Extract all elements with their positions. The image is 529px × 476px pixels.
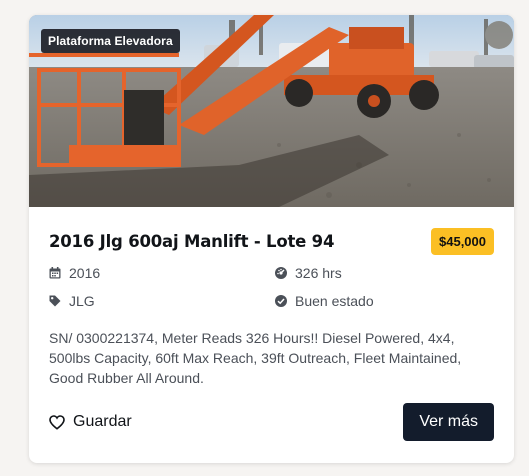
save-label: Guardar: [73, 413, 132, 430]
spec-year-value: 2016: [69, 265, 101, 281]
spec-brand-value: JLG: [69, 293, 95, 309]
check-circle-icon: [275, 295, 287, 307]
listing-title[interactable]: 2016 Jlg 600aj Manlift - Lote 94: [49, 232, 334, 251]
spec-condition: Buen estado: [275, 293, 374, 309]
save-button[interactable]: Guardar: [49, 413, 132, 431]
calendar-icon: [49, 267, 61, 279]
listing-card: Plataforma Elevadora 2016 Jlg 600aj Manl…: [29, 15, 514, 463]
spec-brand: JLG: [49, 293, 95, 309]
category-badge: Plataforma Elevadora: [41, 29, 180, 53]
spec-hours-value: 326 hrs: [295, 265, 342, 281]
listing-description: SN/ 0300221374, Meter Reads 326 Hours!! …: [49, 330, 462, 386]
gauge-icon: [275, 267, 287, 279]
heart-icon: [49, 414, 65, 430]
tag-icon: [49, 295, 61, 307]
listing-photo[interactable]: Plataforma Elevadora: [29, 15, 514, 207]
spec-hours: 326 hrs: [275, 265, 342, 281]
price-badge: $45,000: [431, 228, 494, 255]
spec-year: 2016: [49, 265, 100, 281]
view-more-button[interactable]: Ver más: [403, 403, 494, 441]
spec-condition-value: Buen estado: [295, 293, 374, 309]
